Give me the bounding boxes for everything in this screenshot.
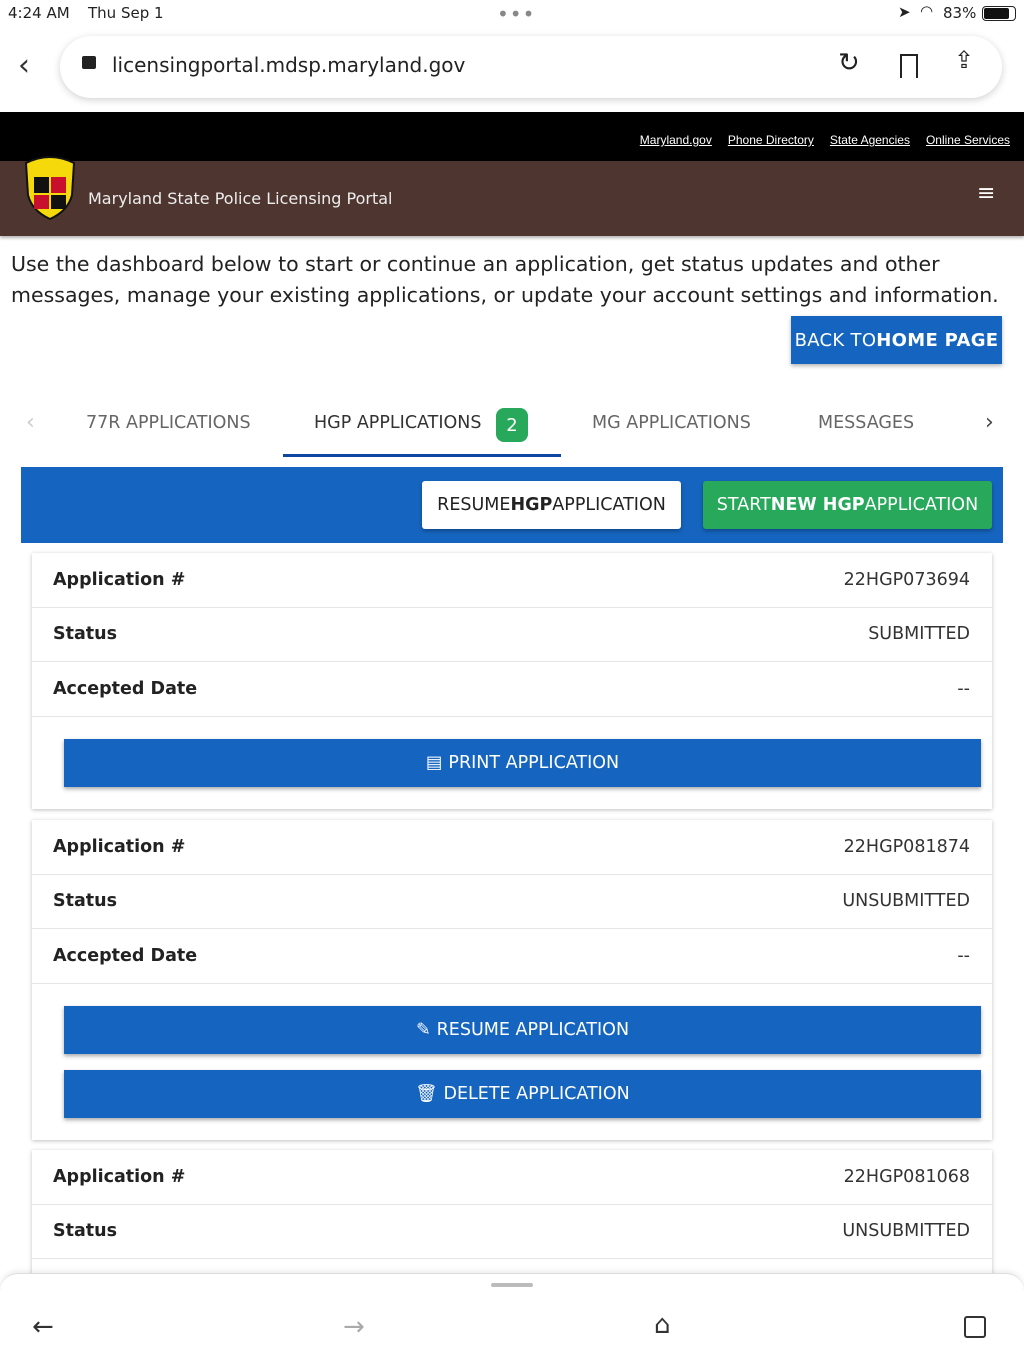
value: UNSUBMITTED — [842, 1221, 970, 1242]
row-application-number: Application # 22HGP073694 — [32, 553, 992, 608]
application-card: Application # 22HGP073694 Status SUBMITTED… — [32, 553, 992, 809]
value: UNSUBMITTED — [842, 891, 970, 912]
application-card: Application # 22HGP081068 Status UNSUBMITT… — [32, 1150, 992, 1280]
value: SUBMITTED — [868, 624, 970, 645]
application-card: Application # 22HGP081874 Status UNSUBMITT… — [32, 820, 992, 1140]
drag-handle[interactable] — [491, 1283, 533, 1287]
tabs-scroll-left-icon[interactable]: ‹ — [26, 410, 35, 435]
label: Status — [53, 1221, 118, 1242]
link-state-agencies[interactable]: State Agencies — [830, 133, 910, 147]
date: Thu Sep 1 — [88, 4, 164, 22]
label: RESUME — [437, 495, 511, 515]
home-button-label: BACK TO — [794, 329, 877, 351]
forward-arrow-icon[interactable]: → — [343, 1312, 365, 1342]
value: -- — [957, 945, 970, 966]
top-links: Maryland.gov Phone Directory State Agenc… — [640, 133, 1010, 147]
label: DELETE APPLICATION — [443, 1083, 630, 1104]
location-icon: ➤ — [898, 3, 911, 21]
label: START — [716, 495, 771, 515]
label: Application # — [53, 1166, 186, 1187]
battery-level: 83% — [943, 4, 977, 22]
tab-hgp-applications[interactable]: HGP APPLICATIONS — [314, 413, 481, 433]
label: Application # — [53, 836, 186, 857]
label: APPLICATION — [552, 495, 666, 515]
label: Accepted Date — [53, 945, 198, 966]
start-new-hgp-application-button[interactable]: START NEW HGP APPLICATION — [703, 481, 992, 529]
label: APPLICATION — [864, 495, 979, 515]
battery-icon — [982, 6, 1016, 21]
row-status: Status UNSUBMITTED — [32, 875, 992, 929]
tab-messages[interactable]: MESSAGES — [818, 413, 914, 433]
value: 22HGP081068 — [843, 1166, 970, 1187]
resume-hgp-application-button[interactable]: RESUME HGP APPLICATION — [422, 481, 681, 529]
home-icon[interactable]: ⌂ — [654, 1310, 671, 1340]
url-text[interactable]: licensingportal.mdsp.maryland.gov — [112, 53, 465, 77]
tabs-icon[interactable] — [964, 1316, 986, 1338]
row-application-number: Application # 22HGP081068 — [32, 1150, 992, 1205]
row-application-number: Application # 22HGP081874 — [32, 820, 992, 875]
label: RESUME APPLICATION — [436, 1019, 630, 1040]
print-icon: ▤ — [425, 752, 443, 773]
link-online-services[interactable]: Online Services — [926, 133, 1010, 147]
label-bold: HGP — [510, 495, 553, 515]
status-bar: 4:24 AM Thu Sep 1 ••• ➤ ◠ 83% — [0, 0, 1024, 28]
row-status: Status SUBMITTED — [32, 608, 992, 662]
tab-77r-applications[interactable]: 77R APPLICATIONS — [86, 413, 251, 433]
msp-badge-logo[interactable] — [22, 155, 78, 221]
label: Status — [53, 624, 118, 645]
value: -- — [957, 678, 970, 699]
home-button-label-bold: HOME PAGE — [876, 329, 999, 351]
active-tab-indicator — [283, 454, 561, 457]
bookmark-icon[interactable] — [900, 54, 918, 78]
lock-icon — [82, 56, 96, 69]
label-bold: NEW HGP — [770, 495, 865, 515]
hamburger-menu-icon[interactable]: ≡ — [977, 181, 995, 206]
label: Accepted Date — [53, 678, 198, 699]
value: 22HGP073694 — [843, 569, 970, 590]
wifi-icon: ◠ — [920, 2, 934, 20]
delete-application-button[interactable]: 🗑 DELETE APPLICATION — [64, 1069, 981, 1118]
trash-icon: 🗑 — [415, 1083, 438, 1104]
browser-toolbar: ← → ⌂ — [0, 1273, 1024, 1365]
tabs-scroll-right-icon[interactable]: › — [985, 410, 994, 435]
print-application-button[interactable]: ▤ PRINT APPLICATION — [64, 738, 981, 787]
back-to-home-button[interactable]: BACK TO HOME PAGE — [791, 316, 1002, 364]
back-arrow-icon[interactable]: ← — [32, 1312, 54, 1342]
label: Status — [53, 891, 118, 912]
browser-back-icon[interactable]: ‹ — [18, 48, 30, 83]
time: 4:24 AM — [8, 4, 70, 22]
hgp-count-badge: 2 — [496, 408, 528, 442]
share-icon[interactable]: ⇪ — [954, 46, 974, 74]
reload-icon[interactable]: ↻ — [838, 48, 860, 78]
row-accepted-date: Accepted Date -- — [32, 929, 992, 984]
portal-title: Maryland State Police Licensing Portal — [88, 189, 393, 208]
edit-icon: ✎ — [415, 1019, 431, 1040]
row-status: Status UNSUBMITTED — [32, 1205, 992, 1259]
address-bar[interactable]: licensingportal.mdsp.maryland.gov ↻ ⇪ — [60, 36, 1002, 98]
link-maryland-gov[interactable]: Maryland.gov — [640, 133, 712, 147]
tab-mg-applications[interactable]: MG APPLICATIONS — [592, 413, 751, 433]
row-accepted-date: Accepted Date -- — [32, 662, 992, 717]
label: Application # — [53, 569, 186, 590]
label: PRINT APPLICATION — [448, 752, 620, 773]
link-phone-directory[interactable]: Phone Directory — [728, 133, 814, 147]
multitask-dots-icon[interactable]: ••• — [497, 2, 535, 26]
intro-text: Use the dashboard below to start or cont… — [11, 252, 999, 307]
resume-application-button[interactable]: ✎ RESUME APPLICATION — [64, 1005, 981, 1054]
actions-bar: RESUME HGP APPLICATION START NEW HGP APP… — [21, 467, 1003, 543]
value: 22HGP081874 — [843, 836, 970, 857]
brand-header: Maryland State Police Licensing Portal ≡ — [0, 156, 1024, 236]
